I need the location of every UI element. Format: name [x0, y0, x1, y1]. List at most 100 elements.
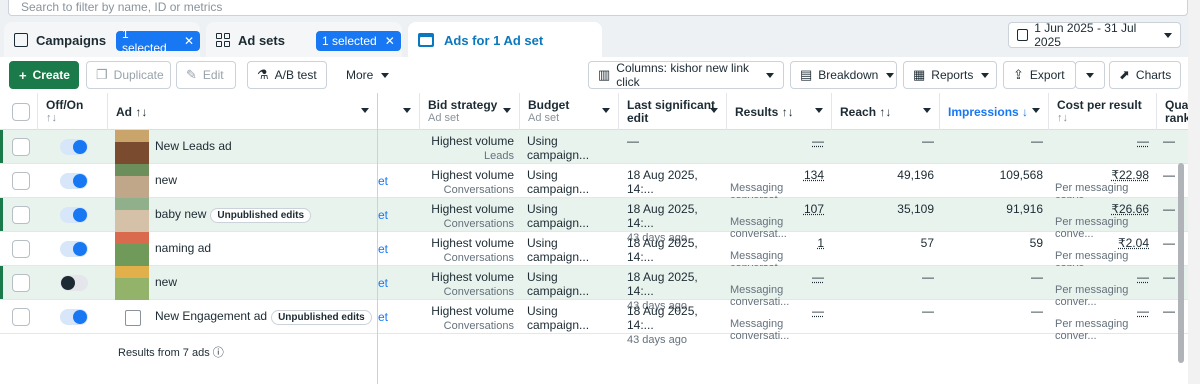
breakdown-icon: ▤: [800, 67, 813, 82]
more-button[interactable]: More: [336, 61, 396, 89]
ad-toggle[interactable]: [60, 207, 88, 223]
campaigns-selected-chip[interactable]: 1 selected ✕: [116, 27, 200, 55]
impressions-value: 91,916: [1006, 202, 1043, 216]
ad-name[interactable]: new: [155, 173, 177, 187]
bid-strategy-sub: Conversations: [443, 184, 514, 196]
row-checkbox[interactable]: [12, 138, 30, 156]
row-checkbox[interactable]: [12, 206, 30, 224]
results-value[interactable]: 134: [804, 168, 824, 182]
ad-toggle[interactable]: [60, 173, 88, 189]
table-row[interactable]: baby new Unpublished edits et Highest vol…: [0, 198, 1188, 244]
tab-campaigns[interactable]: Campaigns 1 selected ✕: [4, 22, 200, 58]
col-off-on[interactable]: Off/On ↑↓: [38, 93, 108, 130]
cost-value[interactable]: —: [1137, 270, 1149, 284]
search-input[interactable]: Search to filter by name, ID or metrics: [8, 0, 1188, 16]
ad-thumbnail: [115, 198, 149, 232]
col-budget-sub: Ad set: [528, 112, 560, 124]
row-checkbox[interactable]: [12, 274, 30, 292]
ad-toggle[interactable]: [60, 241, 88, 257]
table-row[interactable]: New Engagement ad Unpublished edits et Hi…: [0, 300, 1188, 346]
export-button[interactable]: ⇪ Export: [1003, 61, 1076, 89]
close-icon[interactable]: ✕: [184, 34, 194, 48]
ad-toggle[interactable]: [60, 309, 88, 325]
table-row[interactable]: naming ad et Highest volume Conversations…: [0, 232, 1188, 278]
impressions-value: 59: [1029, 236, 1043, 250]
col-reach[interactable]: Reach ↑↓: [832, 93, 940, 130]
last-edit-value: 18 Aug 2025, 14:...: [627, 236, 698, 264]
truncated-link[interactable]: et: [378, 174, 388, 188]
col-results-label: Results: [735, 105, 779, 119]
budget-cell: Using campaign...: [527, 134, 617, 168]
edit-button[interactable]: ✎ Edit: [176, 61, 236, 89]
col-last-edit-label: Last significant: [627, 98, 716, 112]
page-scrollbar-track[interactable]: [1188, 0, 1200, 384]
col-quality[interactable]: Qua rank: [1157, 93, 1188, 130]
reports-button[interactable]: ▦ Reports: [903, 61, 997, 89]
unpublished-edits-badge: Unpublished edits: [210, 208, 312, 223]
ad-toggle[interactable]: [60, 139, 88, 155]
vertical-scrollbar[interactable]: [1178, 163, 1184, 363]
impressions-cell: —: [940, 134, 1043, 168]
results-value[interactable]: 1: [817, 236, 824, 250]
results-value[interactable]: —: [812, 134, 824, 148]
grid-icon: [216, 33, 230, 47]
truncated-link[interactable]: et: [378, 276, 388, 290]
ad-name[interactable]: new: [155, 275, 177, 289]
truncated-link[interactable]: et: [378, 310, 388, 324]
columns-button[interactable]: ▥ Columns: kishor new link click: [588, 61, 784, 89]
breakdown-button[interactable]: ▤ Breakdown: [790, 61, 897, 89]
create-button[interactable]: + Create: [9, 61, 79, 89]
col-cost-per-result[interactable]: Cost per result ↑↓: [1049, 93, 1157, 130]
adsets-selected-chip[interactable]: 1 selected ✕: [316, 31, 401, 51]
cost-cell: ₹2.04Per messaging conve...: [1055, 236, 1149, 274]
chevron-down-icon: [981, 72, 990, 78]
export-options-button[interactable]: [1075, 61, 1105, 89]
ad-name-text: New Engagement ad: [155, 309, 268, 323]
impressions-value: 109,568: [999, 168, 1043, 182]
results-value[interactable]: —: [812, 270, 824, 284]
ad-name[interactable]: New Engagement ad Unpublished edits: [155, 309, 372, 325]
truncated-link[interactable]: et: [378, 242, 388, 256]
charts-button[interactable]: ⬈ Charts: [1109, 61, 1181, 89]
cost-value[interactable]: —: [1137, 134, 1149, 148]
ad-name[interactable]: baby new Unpublished edits: [155, 207, 312, 223]
col-budget[interactable]: Budget Ad set: [520, 93, 619, 130]
duplicate-label: Duplicate: [113, 68, 164, 82]
row-checkbox[interactable]: [12, 172, 30, 190]
reach-value: 57: [920, 236, 934, 250]
cost-value[interactable]: ₹26.66: [1111, 202, 1149, 216]
table-row[interactable]: New Leads ad Highest volume Leads Using c…: [0, 130, 1188, 164]
cost-value[interactable]: ₹2.04: [1118, 236, 1149, 250]
results-value[interactable]: —: [812, 304, 824, 318]
cost-value[interactable]: ₹22.98: [1111, 168, 1149, 182]
last-edit-cell: 18 Aug 2025, 14:...43 days ago: [627, 202, 723, 244]
table-row[interactable]: new et Highest volume Conversations Using…: [0, 266, 1188, 312]
results-value[interactable]: 107: [804, 202, 824, 216]
truncated-link[interactable]: et: [378, 208, 388, 222]
tab-adsets[interactable]: Ad sets 1 selected ✕: [206, 22, 402, 58]
row-checkbox[interactable]: [12, 308, 30, 326]
duplicate-button[interactable]: ❐ Duplicate: [86, 61, 171, 89]
col-ad[interactable]: Ad ↑↓: [108, 93, 378, 130]
row-checkbox[interactable]: [12, 240, 30, 258]
col-results[interactable]: Results ↑↓: [727, 93, 832, 130]
col-impressions[interactable]: Impressions ↓: [940, 93, 1049, 130]
date-range-label: 1 Jun 2025 - 31 Jul 2025: [1034, 21, 1137, 49]
col-bid-strategy[interactable]: Bid strategy Ad set: [420, 93, 520, 130]
chevron-down-icon: [503, 108, 511, 113]
ab-test-button[interactable]: ⚗ A/B test: [247, 61, 327, 89]
col-last-edit[interactable]: Last significant edit: [619, 93, 727, 130]
ad-name[interactable]: New Leads ad: [155, 139, 232, 153]
info-icon: ⓘ: [212, 347, 224, 359]
date-range-picker[interactable]: 1 Jun 2025 - 31 Jul 2025: [1008, 21, 1181, 49]
reports-label: Reports: [931, 68, 974, 82]
ad-toggle[interactable]: [60, 275, 88, 291]
cost-value[interactable]: —: [1137, 304, 1149, 318]
tab-ads[interactable]: Ads for 1 Ad set: [408, 22, 602, 58]
impressions-value: —: [1031, 134, 1043, 148]
select-all-checkbox[interactable]: [12, 103, 30, 121]
close-icon[interactable]: ✕: [385, 34, 395, 48]
ad-name[interactable]: naming ad: [155, 241, 211, 255]
table-row[interactable]: new et Highest volume Conversations Using…: [0, 164, 1188, 210]
results-footer: Results from 7 ads ⓘ: [118, 344, 224, 360]
